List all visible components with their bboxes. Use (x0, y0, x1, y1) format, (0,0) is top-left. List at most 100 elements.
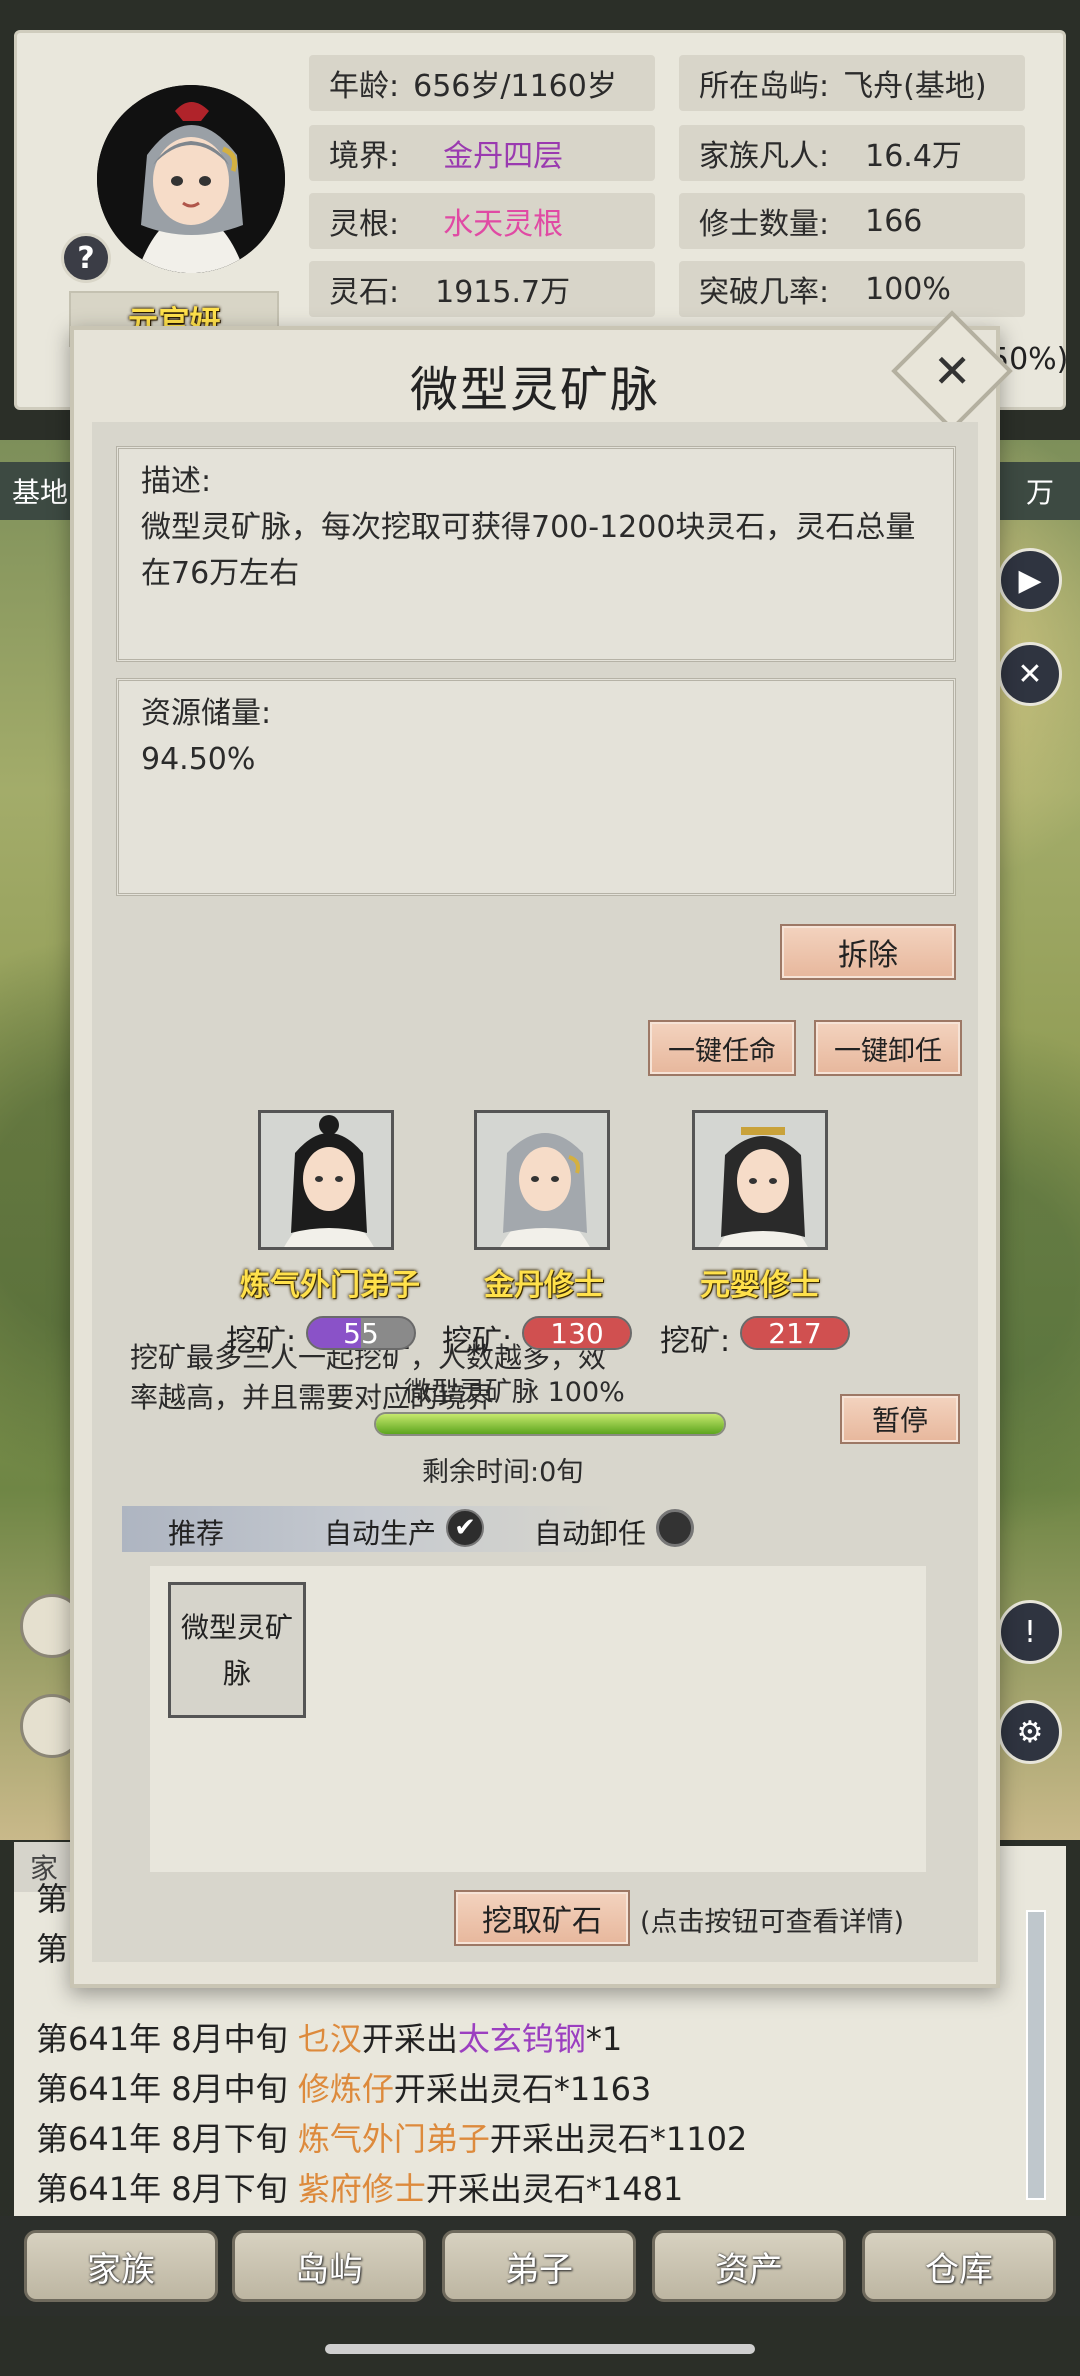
mine-detail-dialog: 微型灵矿脉 ✕ 描述: 微型灵矿脉，每次挖取可获得700-1200块灵石，灵石总… (70, 310, 1013, 1988)
nav-disciples[interactable]: 弟子 (442, 2230, 636, 2302)
log-entry: 第641年 8月下旬 紫府修士开采出灵石*1481 (36, 2164, 683, 2210)
mining-bar-1: 55 (306, 1316, 416, 1350)
log-year: 第641年 (36, 2120, 162, 2158)
log-time: 8月下旬 (161, 2170, 298, 2208)
auto-produce-checkbox[interactable]: ✔ (446, 1509, 484, 1547)
log-amount: *1 (585, 2020, 623, 2058)
mining-bar-2: 130 (522, 1316, 632, 1350)
recipe-card[interactable]: 微型灵矿脉 (168, 1582, 306, 1718)
nav-islands[interactable]: 岛屿 (232, 2230, 426, 2302)
log-amount: *1102 (649, 2120, 748, 2158)
demolish-button[interactable]: 拆除 (780, 924, 956, 980)
island-value: 飞舟(基地) (843, 69, 987, 104)
log-year: 第 (36, 1880, 69, 1918)
mortals-value: 16.4万 (865, 139, 962, 174)
log-entry: 第641年 8月中旬 修炼仔开采出灵石*1163 (36, 2064, 651, 2110)
log-time: 8月下旬 (161, 2120, 298, 2158)
base-tag[interactable]: 基地 (0, 462, 80, 520)
pause-button[interactable]: 暂停 (840, 1394, 960, 1444)
log-year: 第641年 (36, 2020, 162, 2058)
nav-assets[interactable]: 资产 (652, 2230, 846, 2302)
recipe-area: 微型灵矿脉 (150, 1566, 926, 1872)
log-actor: 紫府修士 (297, 2170, 426, 2208)
log-entry: 第641年 8月下旬 炼气外门弟子开采出灵石*1102 (36, 2114, 747, 2160)
log-action: 开采出灵石 (393, 2070, 554, 2108)
play-icon[interactable]: ▶ (998, 548, 1062, 612)
log-item: 太玄钨钢 (457, 2020, 586, 2058)
recommend-label[interactable]: 推荐 (168, 1512, 224, 1552)
miner-role-3: 元婴修士 (700, 1268, 820, 1303)
mining-label-3: 挖矿: (660, 1324, 731, 1359)
stat-breakthrough: 突破几率: 100% (679, 261, 1025, 317)
mining-value-1: 55 (343, 1316, 379, 1350)
leader-avatar[interactable] (97, 63, 285, 273)
mining-label-1: 挖矿: (226, 1324, 297, 1359)
gear-icon[interactable]: ⚙ (998, 1700, 1062, 1764)
dig-hint-text: (点击按钮可查看详情) (640, 1907, 905, 1938)
breakthrough-label: 突破几率: (699, 275, 830, 310)
log-entry: 第 (36, 1924, 68, 1970)
log-entry: 第 (36, 1874, 68, 1920)
avatar-portrait (97, 85, 285, 273)
reserve-value: 94.50% (141, 742, 256, 777)
stones-value: 1915.7万 (435, 275, 571, 310)
realm-label: 境界: (329, 139, 400, 174)
help-icon[interactable]: ? (61, 233, 111, 283)
log-entry: 第641年 8月中旬 乜汉开采出太玄钨钢*1 (36, 2014, 622, 2060)
stones-label: 灵石: (329, 275, 400, 310)
breakthrough-value: 100% (865, 271, 951, 307)
log-actor: 修炼仔 (297, 2070, 394, 2108)
mining-value-3: 217 (768, 1316, 822, 1350)
log-amount: *1481 (585, 2170, 684, 2208)
log-actor: 乜汉 (297, 2020, 362, 2058)
miner-portrait-3[interactable] (692, 1110, 828, 1250)
notice-icon[interactable]: ! (998, 1600, 1062, 1664)
mining-value-2: 130 (550, 1316, 604, 1350)
progress-label: 微型灵矿脉 100% (404, 1377, 625, 1408)
mortals-label: 家族凡人: (699, 139, 830, 174)
log-year: 第641年 (36, 2170, 162, 2208)
miner-portrait-2[interactable] (474, 1110, 610, 1250)
age-value: 656岁/1160岁 (413, 69, 617, 104)
description-text: 微型灵矿脉，每次挖取可获得700-1200块灵石，灵石总量在76万左右 (141, 510, 916, 591)
log-amount: *1163 (553, 2070, 652, 2108)
mining-bar-3: 217 (740, 1316, 850, 1350)
stat-spirit-root: 灵根: 水天灵根 (309, 193, 655, 249)
island-label: 所在岛屿: (699, 69, 830, 104)
realm-value: 金丹四层 (443, 139, 564, 174)
stat-realm: 境界: 金丹四层 (309, 125, 655, 181)
appoint-all-button[interactable]: 一键任命 (648, 1020, 796, 1076)
root-label: 灵根: (329, 207, 400, 242)
log-action: 开采出灵石 (489, 2120, 650, 2158)
log-action: 开采出灵石 (425, 2170, 586, 2208)
log-action: 开采出 (361, 2020, 458, 2058)
dismiss-all-button[interactable]: 一键卸任 (814, 1020, 962, 1076)
stat-island: 所在岛屿: 飞舟(基地) (679, 55, 1025, 111)
description-box: 描述: 微型灵矿脉，每次挖取可获得700-1200块灵石，灵石总量在76万左右 (116, 446, 956, 662)
nav-family[interactable]: 家族 (24, 2230, 218, 2302)
auto-dismiss-radio[interactable] (656, 1509, 694, 1547)
close-icon: ✕ (932, 343, 972, 398)
stat-mortals: 家族凡人: 16.4万 (679, 125, 1025, 181)
home-indicator[interactable] (325, 2344, 755, 2354)
log-scrollbar[interactable] (1026, 1910, 1046, 2200)
dialog-title: 微型灵矿脉 (409, 362, 660, 418)
dig-ore-button[interactable]: 挖取矿石 (454, 1890, 630, 1946)
reserve-box: 资源储量: 94.50% (116, 678, 956, 896)
log-actor: 炼气外门弟子 (297, 2120, 490, 2158)
cultivators-label: 修士数量: (699, 207, 830, 242)
log-year: 第641年 (36, 2070, 162, 2108)
options-row: 推荐 自动生产 ✔ 自动卸任 (122, 1506, 952, 1552)
log-time: 8月中旬 (161, 2070, 298, 2108)
miner-role-2: 金丹修士 (484, 1268, 604, 1303)
description-title: 描述: (141, 464, 212, 499)
auto-dismiss-label: 自动卸任 (534, 1517, 647, 1550)
close-side-icon[interactable]: ✕ (998, 642, 1062, 706)
miner-portrait-1[interactable] (258, 1110, 394, 1250)
log-time: 8月中旬 (161, 2020, 298, 2058)
right-resource-tag: 万 (1000, 462, 1080, 520)
age-label: 年龄: (329, 69, 400, 104)
remaining-time: 剩余时间:0旬 (422, 1457, 584, 1488)
cultivators-value: 166 (865, 203, 923, 239)
nav-warehouse[interactable]: 仓库 (862, 2230, 1056, 2302)
